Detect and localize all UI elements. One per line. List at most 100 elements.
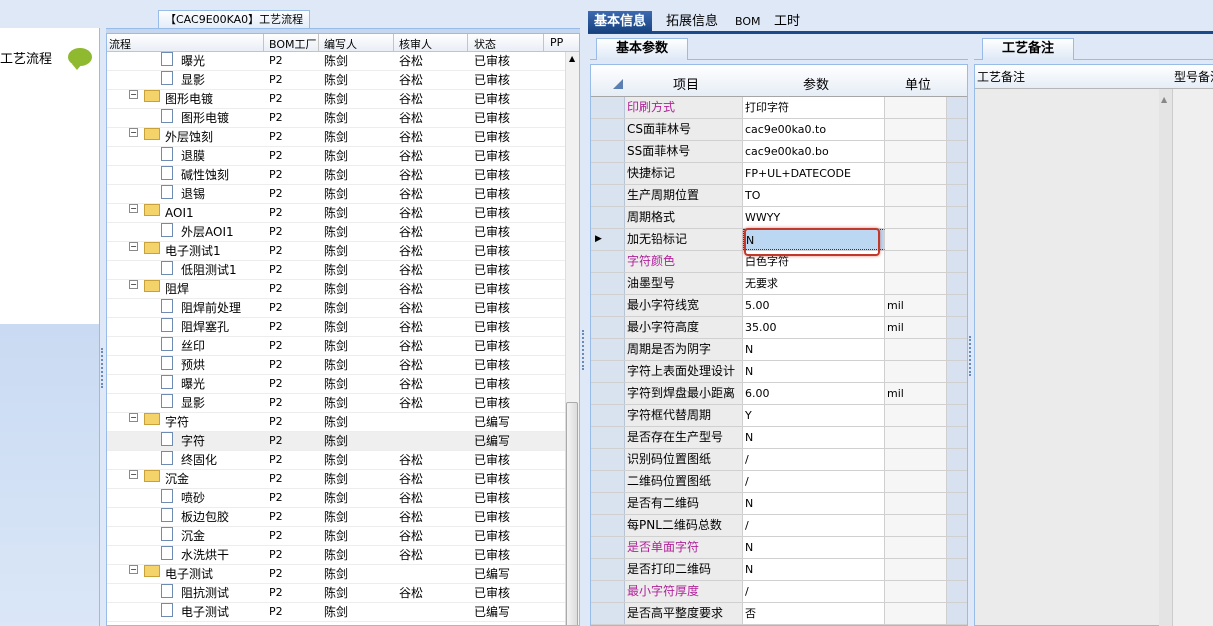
param-row[interactable]: 字符上表面处理设计 N xyxy=(591,361,967,383)
tree-row[interactable]: 碱性蚀刻 P2 陈剑 谷松 已审核 xyxy=(107,166,567,185)
param-row[interactable]: 是否打印二维码 N xyxy=(591,559,967,581)
sidebar-item-process-flow[interactable]: 工艺流程 xyxy=(0,48,52,67)
param-row[interactable]: 是否高平整度要求否 xyxy=(591,603,967,625)
tree-row[interactable]: 喷砂 P2 陈剑 谷松 已审核 xyxy=(107,489,567,508)
cell-param-value[interactable]: 5.00 xyxy=(743,295,885,316)
scroll-up-icon[interactable]: ▲ xyxy=(1161,95,1167,104)
notes-scrollbar[interactable]: ▲ xyxy=(1159,89,1172,626)
cell-param-value[interactable]: Y xyxy=(743,405,885,426)
model-notes-cell[interactable] xyxy=(1172,89,1213,626)
comment-icon[interactable] xyxy=(68,48,92,70)
col-header-param[interactable]: 参数 xyxy=(803,74,829,93)
tree-row[interactable]: 电子测试 P2 陈剑 已编写 xyxy=(107,603,567,622)
col-header-reviewer[interactable]: 核审人 xyxy=(399,36,432,52)
col-header-unit[interactable]: 单位 xyxy=(905,74,931,93)
collapse-icon[interactable]: − xyxy=(129,242,138,251)
tree-row[interactable]: 终固化 P2 陈剑 谷松 已审核 xyxy=(107,451,567,470)
cell-param-value[interactable]: TO xyxy=(743,185,885,206)
tab-extended-info[interactable]: 拓展信息 xyxy=(660,11,724,33)
scroll-up-icon[interactable]: ▲ xyxy=(569,54,575,63)
col-header-model-notes[interactable]: 型号备注 xyxy=(1172,65,1213,89)
param-row[interactable]: CS面菲林号 cac9e00ka0.to xyxy=(591,119,967,141)
row-indicator[interactable] xyxy=(591,581,625,602)
row-indicator[interactable] xyxy=(591,471,625,492)
tree-row[interactable]: 字符 P2 陈剑 已编写 xyxy=(107,432,567,451)
row-indicator[interactable] xyxy=(591,537,625,558)
row-indicator[interactable] xyxy=(591,559,625,580)
param-row[interactable]: 生产周期位置 TO xyxy=(591,185,967,207)
param-row[interactable]: 周期格式 WWYY xyxy=(591,207,967,229)
param-row[interactable]: 二维码位置图纸 / xyxy=(591,471,967,493)
tree-row[interactable]: 阻焊前处理 P2 陈剑 谷松 已审核 xyxy=(107,299,567,318)
center-splitter[interactable] xyxy=(580,0,588,626)
cell-param-value[interactable]: N xyxy=(743,559,885,580)
row-indicator[interactable] xyxy=(591,515,625,536)
cell-param-value[interactable]: 无要求 xyxy=(743,273,885,294)
cell-param-value[interactable]: 否 xyxy=(743,603,885,624)
scroll-thumb[interactable] xyxy=(566,402,578,625)
tab-basic-params[interactable]: 基本参数 xyxy=(596,38,688,60)
collapse-icon[interactable]: − xyxy=(129,413,138,422)
param-row[interactable]: 每PNL二维码总数 / xyxy=(591,515,967,537)
row-indicator[interactable] xyxy=(591,603,625,624)
cell-param-value[interactable]: cac9e00ka0.bo xyxy=(743,141,885,162)
collapse-icon[interactable]: − xyxy=(129,128,138,137)
col-header-pp[interactable]: PP xyxy=(550,36,563,49)
row-indicator[interactable] xyxy=(591,449,625,470)
cell-param-value[interactable]: 35.00 xyxy=(743,317,885,338)
basic-params-grid[interactable]: 项目 参数 单位 印刷方式 打印字符 CS面菲林号 cac9e00ka0.to SS面菲… xyxy=(590,64,968,626)
tree-row[interactable]: 曝光 P2 陈剑 谷松 已审核 xyxy=(107,52,567,71)
cell-param-value[interactable]: cac9e00ka0.to xyxy=(743,119,885,140)
tab-bom[interactable]: BOM xyxy=(729,11,767,33)
param-row[interactable]: 是否单面字符 N xyxy=(591,537,967,559)
process-tree-grid[interactable]: 流程 BOM工厂 编写人 核审人 状态 PP 曝光 P2 陈剑 谷松 已审核 显影 P2 陈剑… xyxy=(106,33,580,626)
collapse-icon[interactable]: − xyxy=(129,470,138,479)
row-indicator[interactable] xyxy=(591,163,625,184)
tree-row[interactable]: 退膜 P2 陈剑 谷松 已审核 xyxy=(107,147,567,166)
row-indicator[interactable] xyxy=(591,207,625,228)
param-row[interactable]: 油墨型号 无要求 xyxy=(591,273,967,295)
tree-row[interactable]: 显影 P2 陈剑 谷松 已审核 xyxy=(107,394,567,413)
tree-row[interactable]: 图形电镀 P2 陈剑 谷松 已审核 xyxy=(107,109,567,128)
cell-param-value[interactable]: N xyxy=(743,537,885,558)
cell-param-value[interactable]: N xyxy=(743,339,885,360)
row-indicator[interactable] xyxy=(591,339,625,360)
param-row[interactable]: 字符到焊盘最小距离 6.00 mil xyxy=(591,383,967,405)
cell-param-value[interactable]: 6.00 xyxy=(743,383,885,404)
tree-row[interactable]: 板边包胶 P2 陈剑 谷松 已审核 xyxy=(107,508,567,527)
row-indicator[interactable] xyxy=(591,251,625,272)
row-indicator[interactable] xyxy=(591,405,625,426)
tree-row[interactable]: 阻焊塞孔 P2 陈剑 谷松 已审核 xyxy=(107,318,567,337)
tree-row[interactable]: − 外层蚀刻 P2 陈剑 谷松 已审核 xyxy=(107,128,567,147)
tree-row[interactable]: − 电子测试 P2 陈剑 已编写 xyxy=(107,565,567,584)
param-row[interactable]: 最小字符厚度 / xyxy=(591,581,967,603)
tree-row[interactable]: 外层AOI1 P2 陈剑 谷松 已审核 xyxy=(107,223,567,242)
param-row[interactable]: 字符框代替周期 Y xyxy=(591,405,967,427)
row-indicator[interactable] xyxy=(591,295,625,316)
cell-param-value[interactable]: 打印字符 xyxy=(743,97,885,118)
cell-param-value[interactable]: / xyxy=(743,471,885,492)
tab-basic-info[interactable]: 基本信息 xyxy=(588,11,653,33)
select-all-icon[interactable] xyxy=(613,79,623,89)
param-row[interactable]: 最小字符高度 35.00 mil xyxy=(591,317,967,339)
row-indicator[interactable] xyxy=(591,119,625,140)
param-row[interactable]: 周期是否为阴字 N xyxy=(591,339,967,361)
row-indicator[interactable] xyxy=(591,383,625,404)
tree-row[interactable]: − 沉金 P2 陈剑 谷松 已审核 xyxy=(107,470,567,489)
cell-param-value[interactable]: N xyxy=(743,427,885,448)
col-header-process-notes[interactable]: 工艺备注 xyxy=(975,65,1172,89)
process-notes-panel[interactable]: 工艺备注 型号备注 ▲ xyxy=(974,64,1213,626)
tree-row[interactable]: 预烘 P2 陈剑 谷松 已审核 xyxy=(107,356,567,375)
param-row[interactable]: 识别码位置图纸 / xyxy=(591,449,967,471)
tab-work-hours[interactable]: 工时 xyxy=(768,11,806,33)
collapse-icon[interactable]: − xyxy=(129,565,138,574)
cell-param-value[interactable]: / xyxy=(743,449,885,470)
col-header-status[interactable]: 状态 xyxy=(474,36,496,52)
tree-row[interactable]: 退锡 P2 陈剑 谷松 已审核 xyxy=(107,185,567,204)
row-indicator[interactable] xyxy=(591,141,625,162)
tree-row[interactable]: − 字符 P2 陈剑 已编写 xyxy=(107,413,567,432)
param-row[interactable]: 快捷标记 FP+UL+DATECODE xyxy=(591,163,967,185)
tree-row[interactable]: 低阻测试1 P2 陈剑 谷松 已审核 xyxy=(107,261,567,280)
cell-param-value[interactable]: / xyxy=(743,515,885,536)
row-indicator[interactable] xyxy=(591,317,625,338)
